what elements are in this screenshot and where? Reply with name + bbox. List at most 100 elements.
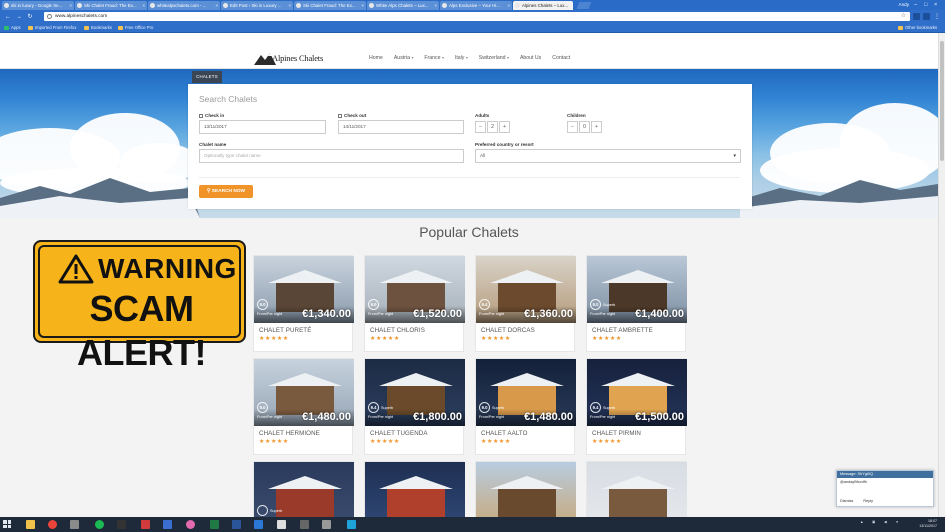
- back-icon[interactable]: ←: [4, 13, 12, 21]
- browser-profile-name[interactable]: Andy: [899, 1, 909, 9]
- chalet-photo[interactable]: [476, 462, 576, 517]
- windows-start-icon[interactable]: [3, 520, 11, 528]
- word-icon[interactable]: [232, 520, 241, 529]
- chalet-name[interactable]: CHALET DORCAS: [481, 327, 535, 334]
- chalet-photo[interactable]: 9.0 From/Per night €1,520.00: [365, 256, 465, 323]
- reply-button[interactable]: Reply: [863, 499, 873, 503]
- chalet-card[interactable]: 9.0 From/Per night €1,340.00 CHALET PURETÉ ★…: [253, 255, 354, 352]
- extension-icon[interactable]: [923, 13, 930, 20]
- spotify-icon[interactable]: [95, 520, 104, 529]
- chalet-card[interactable]: [475, 461, 576, 517]
- extension-icon[interactable]: [913, 13, 920, 20]
- decrement-button[interactable]: −: [475, 121, 486, 133]
- scrollbar-thumb[interactable]: [940, 41, 944, 161]
- close-tab-icon[interactable]: ×: [568, 1, 571, 10]
- reload-icon[interactable]: ↻: [26, 13, 34, 21]
- chrome-icon[interactable]: [48, 520, 57, 529]
- app-icon[interactable]: [300, 520, 309, 529]
- chalet-name[interactable]: CHALET TUGENDA: [370, 430, 428, 437]
- chalet-card[interactable]: 9.4 From/Per night €1,360.00 CHALET DORCAS ★…: [475, 255, 576, 352]
- close-tab-icon[interactable]: ×: [434, 1, 437, 10]
- bookmark-folder[interactable]: Free Office Pro: [118, 23, 153, 32]
- tray-chevron-icon[interactable]: ▲: [860, 520, 864, 524]
- nav-about-us[interactable]: About Us: [520, 55, 552, 61]
- nav-austria[interactable]: Austria ▾: [394, 55, 425, 61]
- browser-tab[interactable]: Edit Post ‹ Ski in Luxury ... ×: [221, 1, 293, 10]
- chalet-photo[interactable]: [587, 462, 687, 517]
- nav-contact[interactable]: Contact: [552, 55, 581, 61]
- excel-icon[interactable]: [210, 520, 219, 529]
- bookmark-folder[interactable]: Bookmarks: [84, 23, 112, 32]
- chalet-photo[interactable]: 9.4 From/Per night €1,360.00: [476, 256, 576, 323]
- info-icon[interactable]: [47, 13, 52, 19]
- close-tab-icon[interactable]: ×: [288, 1, 291, 10]
- decrement-button[interactable]: −: [567, 121, 578, 133]
- chalet-name[interactable]: CHALET CHLORIS: [370, 327, 425, 334]
- checkin-input[interactable]: 13/11/2017: [199, 120, 326, 134]
- search-now-button[interactable]: ⚲ SEARCH NOW: [199, 185, 253, 198]
- chalet-card[interactable]: 9.4 Superb From/Per night €1,500.00 CHALET P…: [586, 358, 687, 455]
- browser-tab[interactable]: whitealpschalets.com - ... ×: [148, 1, 220, 10]
- chalet-card[interactable]: Superb: [253, 461, 354, 517]
- close-tab-icon[interactable]: ×: [142, 1, 145, 10]
- chalet-photo[interactable]: 9.0 Superb From/Per night €1,480.00: [476, 359, 576, 426]
- nav-italy[interactable]: Italy ▾: [455, 55, 479, 61]
- other-bookmarks[interactable]: Other bookmarks: [898, 23, 937, 32]
- nav-home[interactable]: Home: [369, 55, 394, 61]
- close-window-icon[interactable]: ×: [934, 1, 937, 9]
- itunes-icon[interactable]: [186, 520, 195, 529]
- children-value[interactable]: 0: [579, 121, 590, 133]
- browser-tab[interactable]: Ski Chalet Fraud: The Ex... ×: [75, 1, 147, 10]
- minimize-icon[interactable]: –: [914, 1, 917, 9]
- address-bar[interactable]: www.alpineschalets.com ☆: [44, 12, 910, 21]
- message-notification[interactable]: Message: ShYgt0Q @andayBfcxdfh Dismiss R…: [836, 470, 934, 507]
- url-text[interactable]: www.alpineschalets.com: [55, 12, 107, 21]
- app-icon[interactable]: [277, 520, 286, 529]
- nav-france[interactable]: France ▾: [424, 55, 455, 61]
- chalet-photo[interactable]: 9.0 Superb From/Per night €1,400.00: [587, 256, 687, 323]
- chalet-photo[interactable]: Superb: [254, 462, 354, 517]
- chalet-card[interactable]: 9.0 Superb From/Per night €1,480.00 CHALET A…: [475, 358, 576, 455]
- chalet-name[interactable]: CHALET AMBRETTE: [592, 327, 653, 334]
- app-icon[interactable]: [322, 520, 331, 529]
- nav-switzerland[interactable]: Switzerland ▾: [479, 55, 520, 61]
- new-tab-button[interactable]: [576, 2, 592, 9]
- country-select[interactable]: All ▾: [475, 149, 741, 163]
- chalet-card[interactable]: 9.0 From/Per night €1,480.00 CHALET HERMION…: [253, 358, 354, 455]
- system-clock[interactable]: 18:07 13/11/2017: [919, 519, 937, 529]
- chalet-photo[interactable]: [365, 462, 465, 517]
- bookmark-star-icon[interactable]: ☆: [901, 12, 906, 21]
- forward-icon[interactable]: →: [15, 13, 23, 21]
- adults-value[interactable]: 2: [487, 121, 498, 133]
- close-tab-icon[interactable]: ×: [361, 1, 364, 10]
- chalet-card[interactable]: [364, 461, 465, 517]
- close-tab-icon[interactable]: ×: [215, 1, 218, 10]
- page-scrollbar[interactable]: [938, 33, 945, 517]
- close-tab-icon[interactable]: ×: [69, 1, 72, 10]
- chalet-photo[interactable]: 9.0 From/Per night €1,480.00: [254, 359, 354, 426]
- chalet-name[interactable]: CHALET PIRMIN: [592, 430, 641, 437]
- checkout-input[interactable]: 14/11/2017: [338, 120, 464, 134]
- chalet-card[interactable]: 9.4 Superb From/Per night €1,800.00 CHALET T…: [364, 358, 465, 455]
- browser-tab[interactable]: White Alps Chalets – Lux... ×: [367, 1, 439, 10]
- chalet-name[interactable]: CHALET HERMIONE: [259, 430, 320, 437]
- menu-icon[interactable]: ⋮: [933, 13, 941, 21]
- dismiss-button[interactable]: Dismiss: [840, 499, 853, 503]
- increment-button[interactable]: +: [591, 121, 602, 133]
- browser-tab[interactable]: ski in luxury - Google Se... ×: [2, 1, 74, 10]
- chalet-card[interactable]: [586, 461, 687, 517]
- chalet-card[interactable]: 9.0 From/Per night €1,520.00 CHALET CHLORIS…: [364, 255, 465, 352]
- chalet-photo[interactable]: 9.0 From/Per night €1,340.00: [254, 256, 354, 323]
- app-icon[interactable]: [163, 520, 172, 529]
- bookmark-folder[interactable]: Imported From Firefox: [28, 23, 76, 32]
- app-icon[interactable]: [141, 520, 150, 529]
- maximize-icon[interactable]: □: [924, 1, 927, 9]
- notification-icon[interactable]: ●: [896, 520, 898, 524]
- file-explorer-icon[interactable]: [26, 520, 35, 529]
- volume-icon[interactable]: ◀: [884, 520, 887, 524]
- chalet-photo[interactable]: 9.4 Superb From/Per night €1,800.00: [365, 359, 465, 426]
- browser-tab[interactable]: Alps Exclusive – Your Hi... ×: [440, 1, 512, 10]
- tab-chalets[interactable]: CHALETS: [192, 71, 222, 83]
- terminal-icon[interactable]: [117, 520, 126, 529]
- outlook-icon[interactable]: [254, 520, 263, 529]
